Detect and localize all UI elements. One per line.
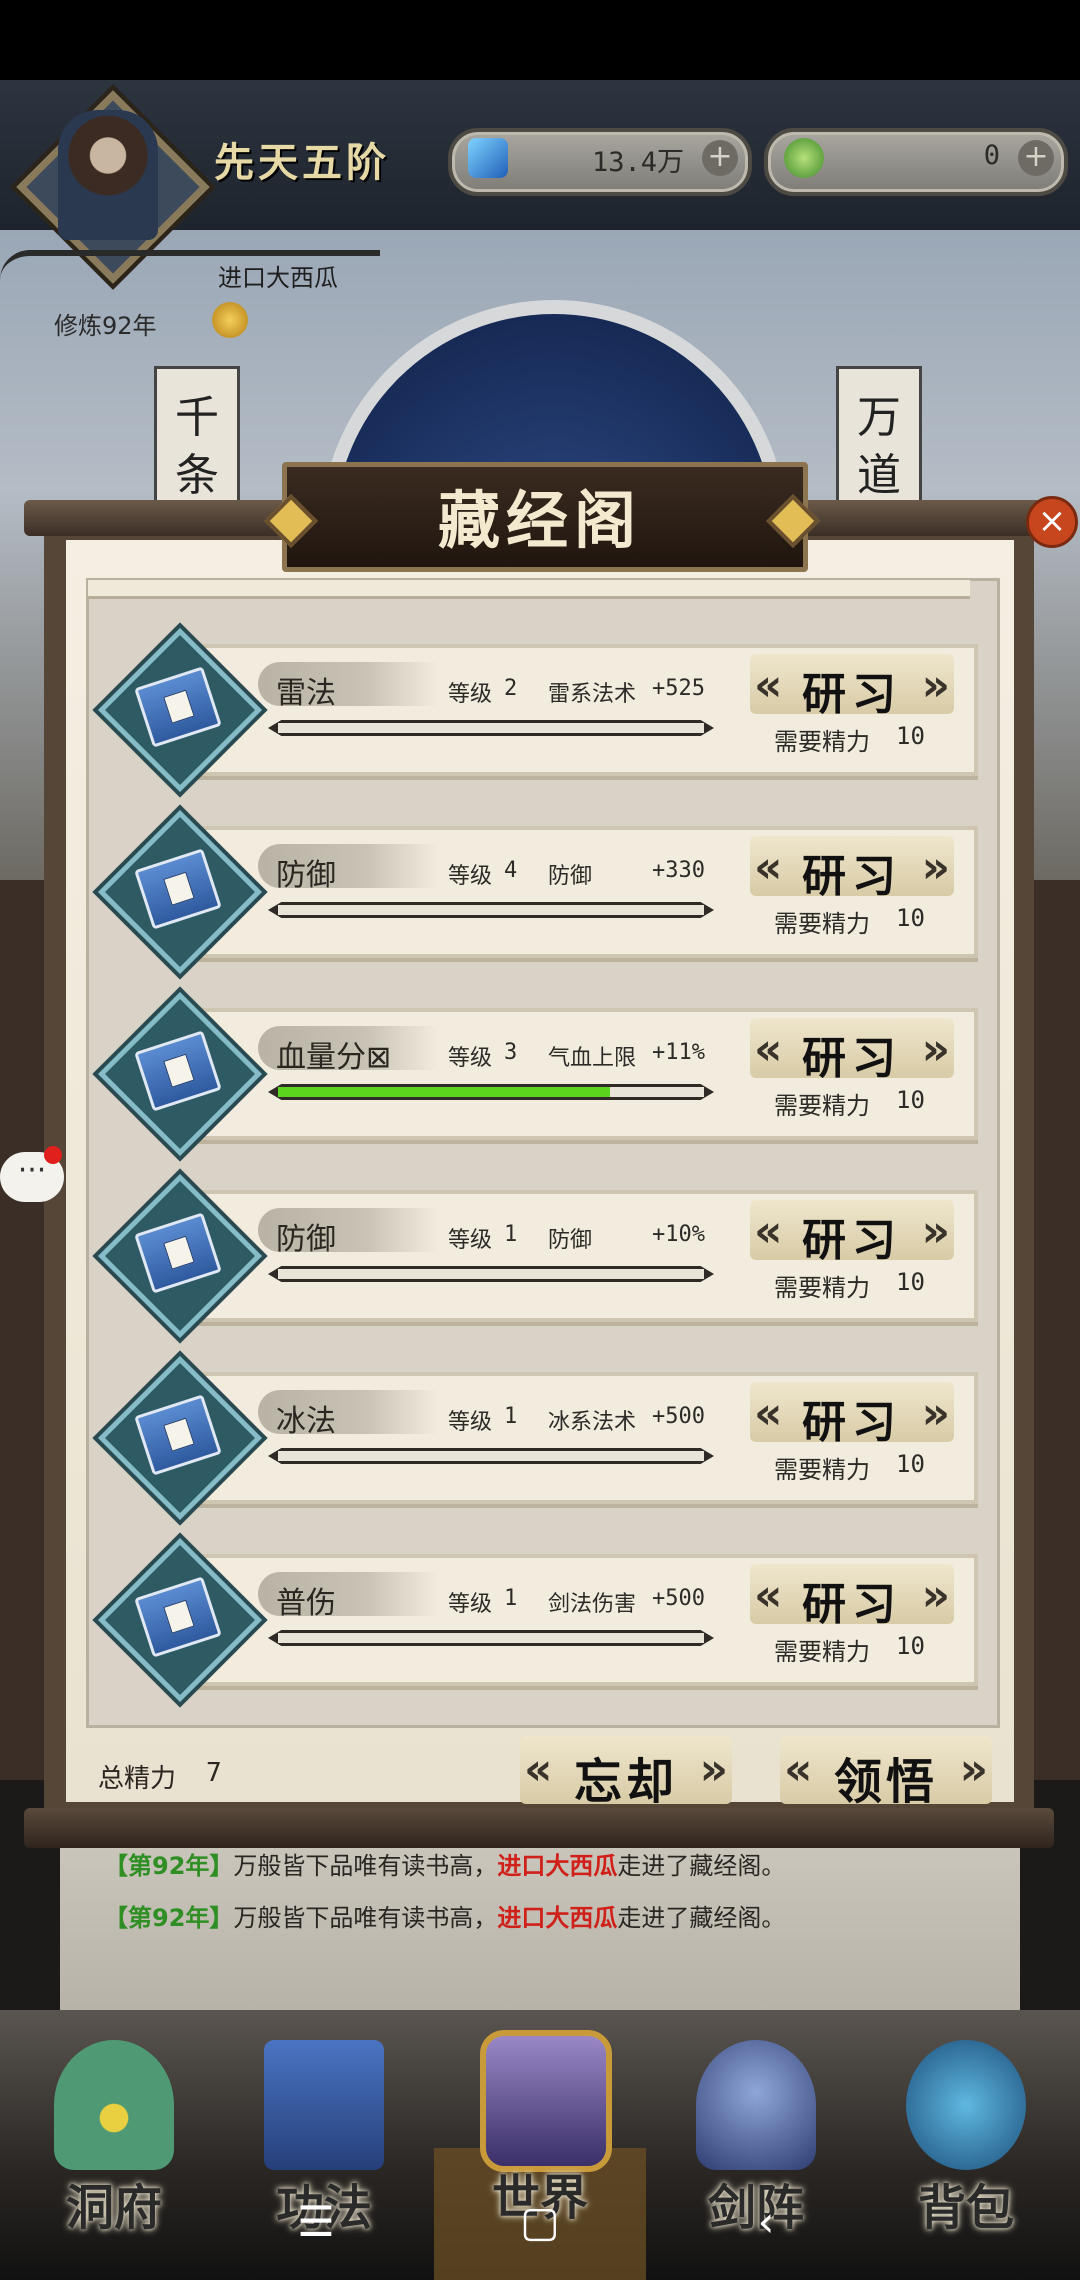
skill-row: 防御 等级 4 防御 +330 « 研习 » 需要精力 10 <box>97 809 978 975</box>
study-button[interactable]: « 研习 » <box>750 1382 954 1448</box>
nav-backpack[interactable]: 背包 <box>866 2020 1066 2236</box>
skill-name: 血量分⊠ <box>276 1040 392 1075</box>
add-crystal-button[interactable]: + <box>702 140 738 176</box>
notification-dot <box>44 1146 62 1164</box>
log-line: 【第92年】万般皆下品唯有读书高，进口大西瓜走进了藏经阁。 <box>104 1852 786 1880</box>
nav-cave-dwelling[interactable]: 洞府 <box>14 2020 214 2236</box>
effect-value: +525 <box>652 676 705 701</box>
avatar[interactable] <box>58 110 158 240</box>
skill-book-icon <box>264 2040 384 2170</box>
rank-title: 先天五阶 <box>214 139 390 186</box>
progress-bar <box>268 902 714 918</box>
home-icon[interactable]: ▢ <box>510 2194 570 2250</box>
effect-value: +11% <box>652 1040 705 1065</box>
skill-row: 防御 等级 1 防御 +10% « 研习 » 需要精力 10 <box>97 1173 978 1339</box>
level-label: 等级 <box>448 1228 493 1253</box>
player-name: 进口大西瓜 <box>218 264 338 292</box>
sword-array-icon <box>696 2040 816 2170</box>
progress-bar <box>268 720 714 736</box>
cultivation-years: 修炼92年 <box>54 312 157 340</box>
effect-label: 气血上限 <box>548 1046 637 1071</box>
jade-currency: 0 + <box>764 128 1068 196</box>
cost-value: 10 <box>896 1450 925 1478</box>
status-bar <box>0 0 1080 80</box>
cost-label: 需要精力 <box>774 1638 870 1666</box>
add-jade-button[interactable]: + <box>1018 140 1054 176</box>
menu-icon[interactable]: ☰ <box>286 2194 346 2250</box>
effect-value: +330 <box>652 858 705 883</box>
skill-row: 冰法 等级 1 冰系法术 +500 « 研习 » 需要精力 10 <box>97 1355 978 1521</box>
nav-skill-book[interactable]: 功法 <box>224 2020 424 2236</box>
jade-amount: 0 <box>983 140 1000 171</box>
skill-name: 雷法 <box>276 676 336 711</box>
level-label: 等级 <box>448 682 493 707</box>
cost-value: 10 <box>896 904 925 932</box>
progress-bar <box>268 1266 714 1282</box>
effect-label: 剑法伤害 <box>548 1592 637 1617</box>
total-energy-label: 总精力 <box>98 1764 177 1794</box>
study-button[interactable]: « 研习 » <box>750 654 954 720</box>
cave-dwelling-icon <box>54 2040 174 2170</box>
comprehend-button[interactable]: « 领悟 » <box>780 1736 992 1810</box>
cost-value: 10 <box>896 722 925 750</box>
cost-value: 10 <box>896 1086 925 1114</box>
close-icon[interactable]: × <box>1026 496 1078 548</box>
cost-label: 需要精力 <box>774 910 870 938</box>
blue-crystal-icon <box>468 138 508 178</box>
nav-sword-array[interactable]: 剑阵 <box>656 2020 856 2236</box>
cost-label: 需要精力 <box>774 1274 870 1302</box>
world-icon <box>480 2030 612 2172</box>
scroll-bottom-rod <box>24 1808 1054 1848</box>
progress-bar <box>268 1448 714 1464</box>
effect-label: 冰系法术 <box>548 1410 637 1435</box>
progress-bar <box>268 1630 714 1646</box>
effect-value: +10% <box>652 1222 705 1247</box>
skill-name: 防御 <box>276 1222 336 1257</box>
cost-value: 10 <box>896 1632 925 1660</box>
forget-button[interactable]: « 忘却 » <box>520 1736 732 1810</box>
level-value: 1 <box>504 1586 518 1611</box>
study-button[interactable]: « 研习 » <box>750 1018 954 1084</box>
total-energy-value: 7 <box>206 1758 222 1788</box>
skill-name: 冰法 <box>276 1404 336 1439</box>
nav-world[interactable]: 世界 <box>440 2010 640 2226</box>
skill-name: 防御 <box>276 858 336 893</box>
level-value: 3 <box>504 1040 518 1065</box>
dialog-title: 藏经阁 <box>437 484 642 557</box>
effect-value: +500 <box>652 1586 705 1611</box>
backpack-icon <box>906 2040 1026 2170</box>
skill-row: 血量分⊠ 等级 3 气血上限 +11% « 研习 » 需要精力 10 <box>97 991 978 1157</box>
list-top-strip <box>88 580 970 599</box>
level-label: 等级 <box>448 864 493 889</box>
study-button[interactable]: « 研习 » <box>750 836 954 902</box>
crystal-currency: 13.4万 + <box>448 128 752 196</box>
progress-bar <box>268 1084 714 1100</box>
crystal-amount: 13.4万 <box>591 147 684 178</box>
gold-coin-icon[interactable] <box>212 302 248 338</box>
skill-name: 普伤 <box>276 1586 336 1621</box>
effect-label: 防御 <box>548 1228 593 1253</box>
effect-label: 防御 <box>548 864 593 889</box>
jade-coin-icon <box>784 138 824 178</box>
level-value: 1 <box>504 1222 518 1247</box>
level-value: 4 <box>504 858 518 883</box>
cost-label: 需要精力 <box>774 1092 870 1120</box>
skill-row: 雷法 等级 2 雷系法术 +525 « 研习 » 需要精力 10 <box>97 627 978 793</box>
effect-value: +500 <box>652 1404 705 1429</box>
level-label: 等级 <box>448 1410 493 1435</box>
log-line: 【第92年】万般皆下品唯有读书高，进口大西瓜走进了藏经阁。 <box>104 1904 786 1932</box>
effect-label: 雷系法术 <box>548 682 637 707</box>
skill-row: 普伤 等级 1 剑法伤害 +500 « 研习 » 需要精力 10 <box>97 1537 978 1703</box>
cost-label: 需要精力 <box>774 1456 870 1484</box>
level-label: 等级 <box>448 1046 493 1071</box>
level-value: 1 <box>504 1404 518 1429</box>
study-button[interactable]: « 研习 » <box>750 1200 954 1266</box>
cost-label: 需要精力 <box>774 728 870 756</box>
cost-value: 10 <box>896 1268 925 1296</box>
level-value: 2 <box>504 676 518 701</box>
level-label: 等级 <box>448 1592 493 1617</box>
study-button[interactable]: « 研习 » <box>750 1564 954 1630</box>
back-icon[interactable]: ‹ <box>736 2194 796 2250</box>
